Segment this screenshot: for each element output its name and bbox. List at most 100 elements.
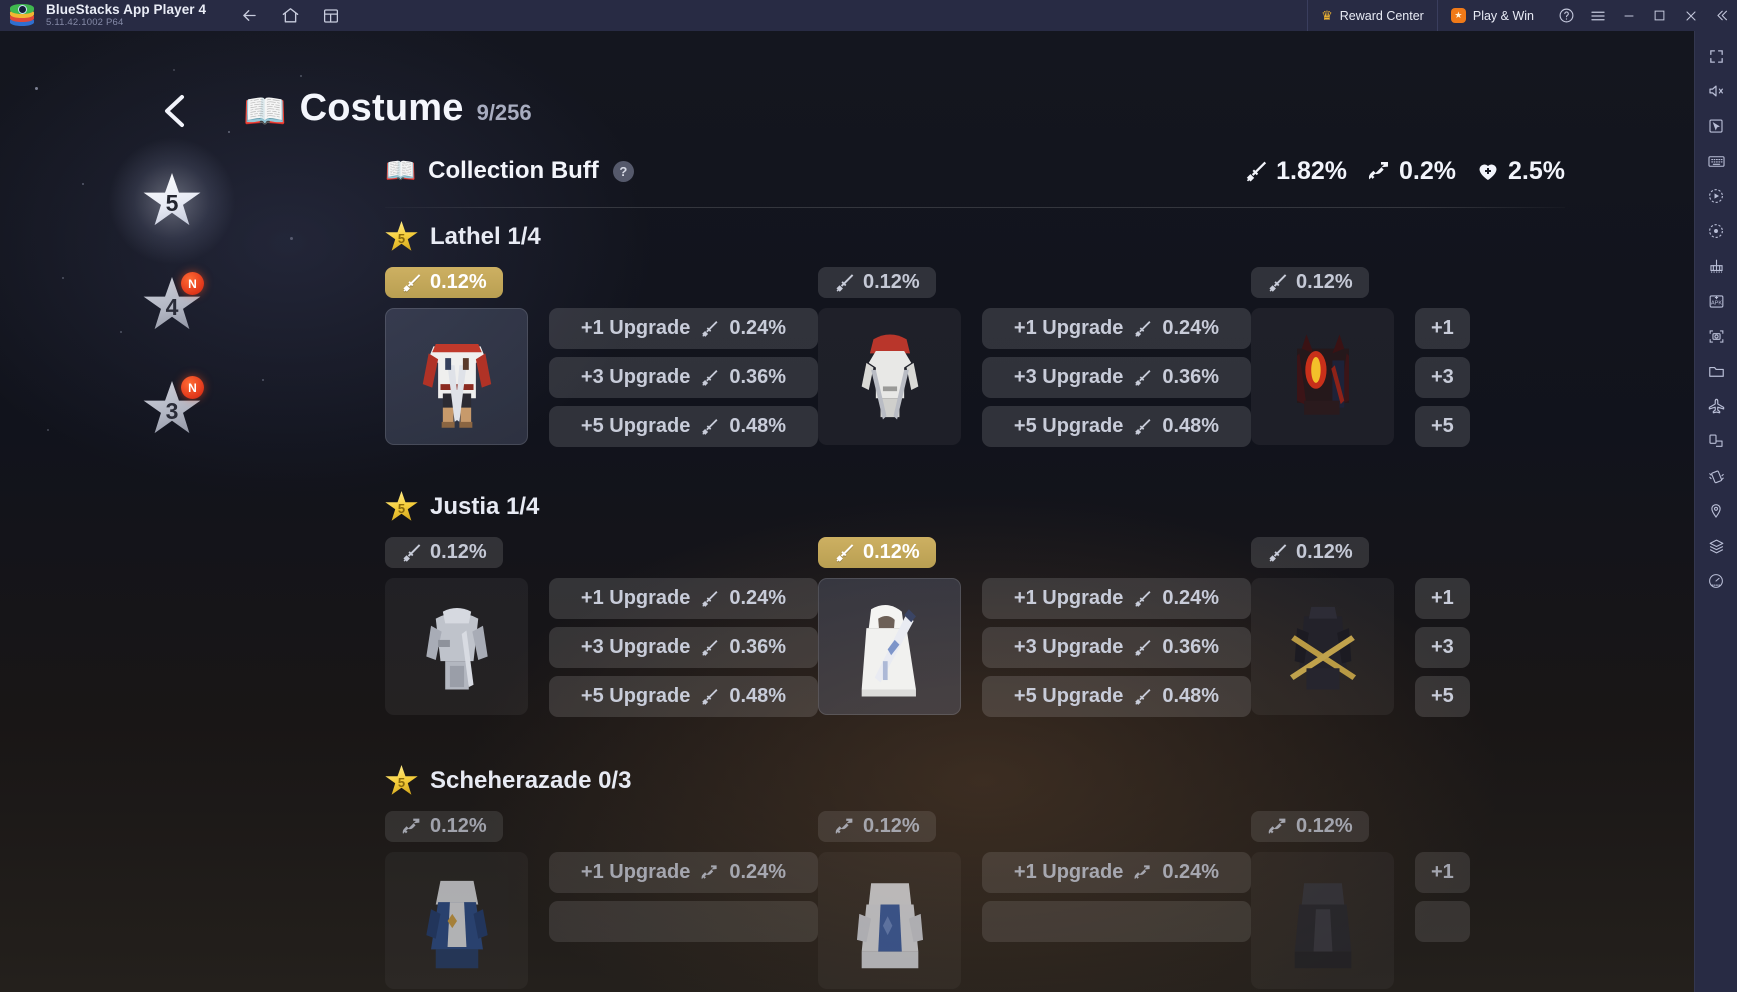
multi-instance-icon[interactable] [314, 2, 348, 30]
play-and-win-button[interactable]: ★ Play & Win [1436, 0, 1547, 31]
media-manager-icon[interactable] [1699, 354, 1733, 388]
back-button[interactable] [153, 88, 197, 134]
upgrade-button[interactable]: +5 [1415, 676, 1470, 717]
upgrade-button[interactable]: +5 Upgrade 0.48% [982, 406, 1251, 447]
upgrade-button[interactable]: +1 [1415, 308, 1470, 349]
stat-ranged: 0.2% [1367, 157, 1456, 186]
upgrade-label: +5 Upgrade [580, 415, 691, 437]
help-tooltip-icon[interactable]: ? [612, 160, 634, 182]
costume-card[interactable]: 0.12% [818, 811, 1251, 989]
upgrade-button[interactable]: +1 [1415, 852, 1470, 893]
costume-card[interactable]: 0.12% [385, 537, 818, 717]
back-icon[interactable] [232, 2, 266, 30]
rank-item-3[interactable]: 3 N [141, 376, 204, 439]
fullscreen-icon[interactable] [1699, 39, 1733, 73]
costume-card[interactable]: 0.12% [385, 267, 818, 447]
page-title: Costume [299, 87, 464, 129]
costume-thumbnail[interactable] [385, 578, 528, 715]
rank-item-4[interactable]: 4 N [141, 272, 204, 335]
upgrade-button[interactable]: +1 Upgrade 0.24% [549, 308, 818, 349]
play-win-icon: ★ [1450, 8, 1466, 23]
upgrade-button[interactable]: +5 [1415, 406, 1470, 447]
costume-card[interactable]: 0.12% [818, 537, 1251, 717]
upgrade-button[interactable] [549, 901, 818, 942]
costume-cards: 0.12% [385, 811, 1694, 989]
close-icon[interactable] [1675, 0, 1706, 31]
upgrade-value: 0.36% [1162, 636, 1220, 658]
collapse-icon[interactable] [1706, 0, 1737, 31]
upgrade-value: 0.36% [729, 636, 787, 658]
costume-card[interactable]: 0.12% [1251, 267, 1684, 447]
upgrade-button[interactable]: +3 Upgrade 0.36% [982, 357, 1251, 398]
help-icon[interactable] [1551, 0, 1582, 31]
costume-thumbnail[interactable] [385, 308, 528, 445]
costume-list[interactable]: 5 Lathel 1/4 0.12% +1 Upgrade 0.24% +3 U… [385, 221, 1694, 992]
install-apk-icon[interactable]: APK [1699, 284, 1733, 318]
home-icon[interactable] [273, 2, 307, 30]
app-name: BlueStacks App Player 4 [46, 1, 207, 17]
costume-thumbnail[interactable] [1251, 308, 1394, 445]
upgrade-button[interactable]: +1 [1415, 578, 1470, 619]
costume-card[interactable]: 0.12% [818, 267, 1251, 447]
costume-thumbnail[interactable] [818, 852, 961, 989]
minimize-icon[interactable] [1613, 0, 1644, 31]
mute-icon[interactable] [1699, 74, 1733, 108]
upgrade-button[interactable]: +5 Upgrade 0.48% [982, 676, 1251, 717]
upgrade-button[interactable]: +3 Upgrade 0.36% [982, 627, 1251, 668]
game-viewport: 5 4 N 3 N 📖 Costume 9/256 📖 Collection B… [0, 31, 1694, 992]
upgrade-button[interactable]: +3 Upgrade 0.36% [549, 357, 818, 398]
costume-thumbnail[interactable] [818, 578, 961, 715]
costume-bonus-badge: 0.12% [1251, 537, 1369, 568]
game-controls-icon[interactable] [1699, 249, 1733, 283]
upgrade-value: 0.24% [729, 861, 787, 883]
upgrade-button[interactable]: +1 Upgrade 0.24% [982, 578, 1251, 619]
upgrade-button[interactable]: +5 Upgrade 0.48% [549, 406, 818, 447]
costume-thumbnail[interactable] [1251, 578, 1394, 715]
sword-icon [1267, 272, 1288, 293]
layers-icon[interactable] [1699, 529, 1733, 563]
performance-icon[interactable] [1699, 564, 1733, 598]
upgrade-button[interactable]: +3 [1415, 627, 1470, 668]
upgrade-label: +3 [1431, 366, 1454, 388]
airplane-icon[interactable] [1699, 389, 1733, 423]
reward-center-button[interactable]: ♛ Reward Center [1307, 0, 1437, 31]
costume-thumbnail[interactable] [818, 308, 961, 445]
screenshot-icon[interactable] [1699, 319, 1733, 353]
upgrade-button[interactable]: +5 Upgrade 0.48% [549, 676, 818, 717]
location-icon[interactable] [1699, 494, 1733, 528]
keyboard-icon[interactable] [1699, 144, 1733, 178]
record-screen-icon[interactable] [1699, 214, 1733, 248]
character-group-scheherazade: 5 Scheherazade 0/3 0.12% +1 Upgrade 0.24… [385, 765, 1694, 989]
gold-star-icon: 5 [385, 491, 418, 521]
collection-buff-title: Collection Buff [428, 157, 599, 184]
upgrade-list: +1 Upgrade 0.24% +3 Upgrade 0.36% +5 Upg… [549, 578, 818, 717]
upgrade-list: +1 Upgrade 0.24% +3 Upgrade 0.36% +5 Upg… [982, 578, 1251, 717]
upgrade-button[interactable]: +1 Upgrade 0.24% [982, 852, 1251, 893]
costume-card[interactable]: 0.12% [1251, 811, 1684, 989]
upgrade-button[interactable] [1415, 901, 1470, 942]
upgrade-button[interactable]: +3 Upgrade 0.36% [549, 627, 818, 668]
hamburger-menu-icon[interactable] [1582, 0, 1613, 31]
upgrade-button[interactable]: +1 Upgrade 0.24% [549, 578, 818, 619]
upgrade-list: +1 [1415, 852, 1470, 989]
costume-thumbnail[interactable] [385, 852, 528, 989]
costume-card-body: +1 Upgrade 0.24% +3 Upgrade 0.36% +5 Upg… [385, 308, 818, 447]
upgrade-button[interactable]: +1 Upgrade 0.24% [982, 308, 1251, 349]
cursor-icon[interactable] [1699, 109, 1733, 143]
macro-record-icon[interactable] [1699, 179, 1733, 213]
rotate-screen-icon[interactable] [1699, 424, 1733, 458]
upgrade-button[interactable]: +3 [1415, 357, 1470, 398]
costume-card[interactable]: 0.12% [385, 811, 818, 989]
rank-item-5[interactable]: 5 [108, 137, 236, 265]
maximize-icon[interactable] [1644, 0, 1675, 31]
upgrade-label: +5 Upgrade [1013, 415, 1124, 437]
shake-icon[interactable] [1699, 459, 1733, 493]
upgrade-button[interactable] [982, 901, 1251, 942]
costume-card-body: +1 +3 +5 [1251, 578, 1684, 717]
upgrade-value: 0.36% [1162, 366, 1220, 388]
costume-card-body: +1 Upgrade 0.24% +3 Upgrade 0.36% +5 Upg… [818, 308, 1251, 447]
upgrade-button[interactable]: +1 Upgrade 0.24% [549, 852, 818, 893]
costume-thumbnail[interactable] [1251, 852, 1394, 989]
costume-card[interactable]: 0.12% [1251, 537, 1684, 717]
stat-health-value: 2.5% [1508, 156, 1565, 185]
